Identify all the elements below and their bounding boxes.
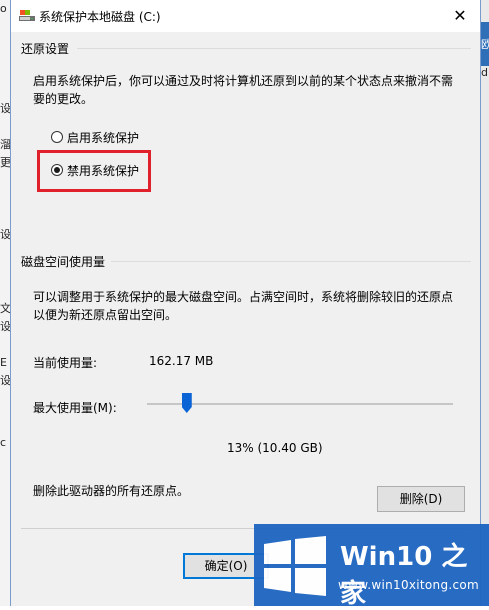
max-usage-value: 13% (10.40 GB) [227, 441, 323, 455]
watermark: Win10 之家 www.win10xitong.com [254, 524, 489, 609]
bg-text: c [0, 436, 7, 449]
bg-text: o [0, 2, 7, 15]
restore-description: 启用系统保护后，你可以通过及时将计算机还原到以前的某个状态点来撤消不需 要的更改… [33, 72, 453, 108]
close-button[interactable]: ✕ [440, 0, 480, 32]
max-usage-slider-thumb[interactable] [181, 393, 192, 413]
drive-icon [19, 10, 35, 21]
radio-unchecked-icon [51, 131, 63, 143]
windows-logo-icon [264, 536, 326, 596]
restore-settings-heading: 还原设置 [21, 42, 70, 56]
disk-description-line: 可以调整用于系统保护的最大磁盘空间。占满空间时，系统将删除较旧的还原点 [33, 290, 454, 304]
section-divider [77, 48, 471, 49]
watermark-url: www.win10xitong.com [338, 578, 480, 592]
watermark-brand: Win10 之家 [340, 542, 468, 609]
system-protection-dialog: 系统保护本地磁盘 (C:) ✕ 还原设置 启用系统保护后，你可以通过及时将计算机… [10, 0, 481, 606]
highlight-box [37, 150, 151, 192]
bg-text: d [481, 66, 488, 79]
disk-usage-heading: 磁盘空间使用量 [21, 255, 106, 269]
disk-description: 可以调整用于系统保护的最大磁盘空间。占满空间时，系统将删除较旧的还原点 以便为新… [33, 288, 453, 324]
enable-protection-label: 启用系统保护 [67, 130, 140, 145]
enable-protection-radio[interactable]: 启用系统保护 [51, 128, 139, 146]
max-usage-slider-track[interactable] [147, 403, 453, 405]
restore-description-line: 启用系统保护后，你可以通过及时将计算机还原到以前的某个状态点来撤消不需 [33, 74, 454, 88]
dialog-title: 系统保护本地磁盘 (C:) [39, 10, 161, 24]
title-bar[interactable]: 系统保护本地磁盘 (C:) ✕ [11, 0, 480, 32]
close-icon: ✕ [453, 6, 467, 25]
bg-text: 欧 [481, 38, 489, 51]
disk-description-line: 以便为新还原点留出空间。 [33, 308, 178, 322]
current-usage-value: 162.17 MB [149, 354, 214, 368]
section-divider [111, 261, 471, 262]
delete-button[interactable]: 删除(D) [377, 486, 465, 512]
bg-text: E [0, 356, 7, 369]
delete-restore-points-text: 删除此驱动器的所有还原点。 [33, 484, 190, 498]
restore-description-line: 要的更改。 [33, 92, 94, 106]
max-usage-label: 最大使用量(M): [33, 401, 117, 415]
current-usage-label: 当前使用量: [33, 356, 98, 370]
